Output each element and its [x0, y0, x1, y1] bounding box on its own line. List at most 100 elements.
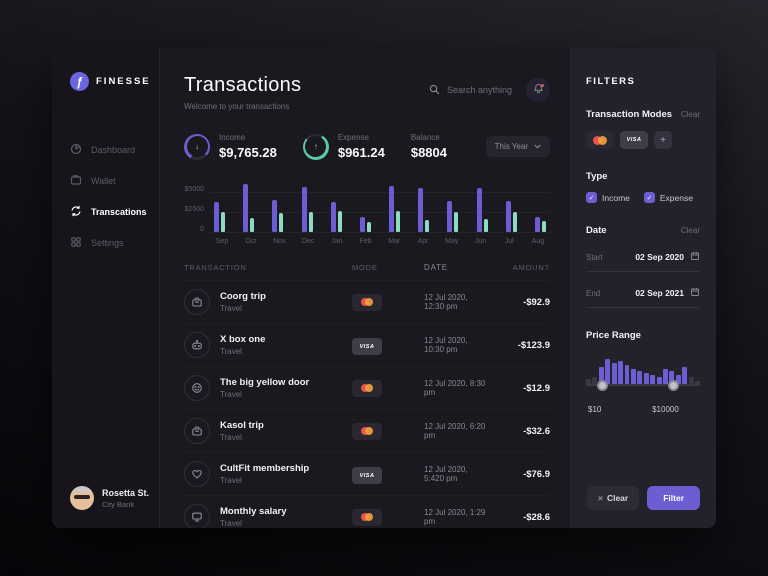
y-axis: $5000 $2500 0 [184, 184, 210, 232]
col-header-mode: MODE [352, 263, 424, 272]
bar-group [272, 184, 283, 232]
stat-label: Balance [411, 133, 447, 142]
filter-button[interactable]: Filter [647, 486, 700, 510]
table-row[interactable]: Coorg trip Travel 12 Jul 2020, 12:30 pm … [184, 280, 550, 323]
end-date-value: 02 Sep 2021 [635, 288, 684, 298]
sidebar-item-label: Transcations [91, 207, 147, 217]
sidebar-item-label: Settings [91, 238, 124, 248]
transaction-date: 12 Jul 2020, 8:30 pm [424, 379, 488, 397]
start-date-field[interactable]: Start 02 Sep 2020 [586, 248, 700, 272]
x-tick: Jun [469, 238, 491, 245]
price-max-label: $10000 [652, 405, 679, 414]
x-tick: Nov [268, 238, 290, 245]
period-select[interactable]: This Year [486, 136, 550, 157]
modes-clear-link[interactable]: Clear [681, 110, 700, 119]
x-tick: Sep [211, 238, 233, 245]
add-mode-button[interactable]: + [654, 131, 672, 149]
transactions-table: TRANSACTION MODE DATE AMOUNT Coorg trip … [184, 263, 550, 528]
notifications-button[interactable] [526, 78, 550, 102]
table-row[interactable]: Kasol trip Travel 12 Jul 2020, 6:20 pm -… [184, 409, 550, 452]
sidebar-item-settings[interactable]: Settings [70, 236, 159, 250]
bar-expense [367, 222, 371, 232]
brand-logo[interactable]: ƒ FINESSE [70, 72, 159, 91]
price-range-slider: $10 $10000 [586, 355, 700, 395]
bar-income [360, 217, 365, 232]
search-icon [429, 84, 440, 97]
bar-income [214, 202, 219, 232]
period-value: This Year [495, 142, 528, 151]
expense-checkbox[interactable]: ✓ Expense [644, 192, 693, 203]
bar-income [272, 200, 277, 232]
x-tick: Jul [498, 238, 520, 245]
bar-income [535, 217, 540, 232]
robot-icon [184, 332, 210, 358]
sidebar-item-wallet[interactable]: Wallet [70, 174, 159, 188]
transaction-title: Monthly salary [220, 506, 287, 517]
bar-group [214, 184, 225, 232]
sidebar: ƒ FINESSE Dashboard Wallet Transcation [52, 48, 160, 528]
x-axis: SepOctNovDecJanFebMarAprMayJunJulAug [210, 238, 550, 245]
date-clear-link[interactable]: Clear [681, 226, 700, 235]
stat-label: Income [219, 133, 277, 142]
transactions-icon [70, 205, 82, 219]
price-min-label: $10 [588, 405, 601, 414]
profile-bank: City Bank [102, 500, 149, 509]
bar-group [360, 184, 371, 232]
checkbox-checked-icon: ✓ [586, 192, 597, 203]
briefcase-icon [184, 418, 210, 444]
x-tick: Feb [355, 238, 377, 245]
table-row[interactable]: Monthly salary Travel 12 Jul 2020, 1:29 … [184, 495, 550, 528]
bar-group [477, 184, 488, 232]
transaction-amount: -$123.9 [488, 340, 550, 351]
wallet-icon [70, 174, 82, 188]
filters-panel: FILTERS Transaction Modes Clear VISA + T… [570, 48, 716, 528]
histogram-bar [682, 367, 687, 385]
calendar-icon [684, 248, 700, 266]
table-row[interactable]: CultFit membership Travel VISA 12 Jul 20… [184, 452, 550, 495]
x-tick: Mar [383, 238, 405, 245]
transaction-title: X box one [220, 334, 265, 345]
slider-handle-max[interactable] [668, 380, 679, 391]
sidebar-item-dashboard[interactable]: Dashboard [70, 143, 159, 157]
price-range-label: Price Range [586, 330, 700, 341]
modes-label: Transaction Modes [586, 109, 672, 120]
page-header: Transactions Welcome to your transaction… [184, 74, 550, 111]
monitor-icon [184, 504, 210, 528]
table-row[interactable]: The big yellow door Travel 12 Jul 2020, … [184, 366, 550, 409]
income-ring-icon: ↓ [184, 134, 210, 160]
mastercard-mode-button[interactable] [586, 131, 614, 149]
y-tick: $5000 [185, 186, 204, 193]
mastercard-badge [352, 509, 382, 526]
end-date-field[interactable]: End 02 Sep 2021 [586, 284, 700, 308]
bar-expense [279, 213, 283, 232]
sidebar-nav: Dashboard Wallet Transcations Settings [70, 143, 159, 250]
col-header-amount: AMOUNT [488, 263, 550, 272]
x-tick: Jan [326, 238, 348, 245]
transaction-modes-section: Transaction Modes Clear VISA + [586, 109, 700, 149]
visa-mode-button[interactable]: VISA [620, 131, 648, 149]
search-input[interactable]: Search anything [429, 84, 512, 97]
bar-chart: $5000 $2500 0 SepOctNovDecJanFebMarAprMa… [184, 184, 550, 245]
bar-expense [250, 218, 254, 232]
bar-income [447, 201, 452, 232]
sidebar-item-transactions[interactable]: Transcations [70, 205, 159, 219]
x-tick: Apr [412, 238, 434, 245]
page-subtitle: Welcome to your transactions [184, 102, 301, 111]
clear-button[interactable]: Clear [587, 486, 639, 510]
bar-expense [338, 211, 342, 232]
stat-value: $961.24 [338, 145, 385, 160]
stat-value: $8804 [411, 145, 447, 160]
slider-handle-min[interactable] [597, 380, 608, 391]
table-row[interactable]: X box one Travel VISA 12 Jul 2020, 10:30… [184, 323, 550, 366]
bar-group [302, 184, 313, 232]
bar-expense [542, 221, 546, 232]
bar-expense [396, 211, 400, 232]
income-checkbox[interactable]: ✓ Income [586, 192, 630, 203]
bar-expense [221, 212, 225, 232]
gridline [210, 232, 550, 233]
bar-group [506, 184, 517, 232]
user-profile[interactable]: Rosetta St. City Bank [70, 486, 159, 510]
mastercard-badge [352, 294, 382, 311]
y-tick: $2500 [185, 206, 204, 213]
transaction-category: Travel [220, 519, 287, 528]
